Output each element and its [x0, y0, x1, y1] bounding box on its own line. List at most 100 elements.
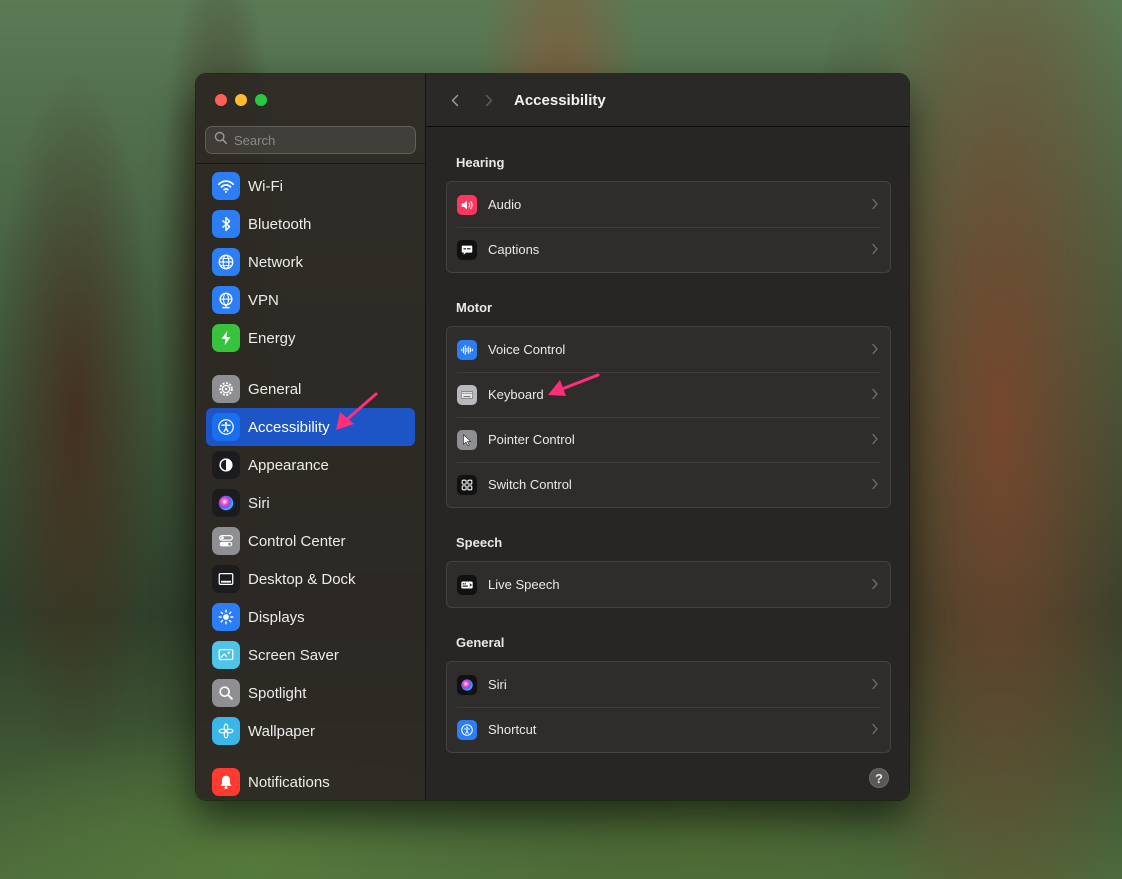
sidebar-item-label: Siri — [248, 494, 270, 512]
sidebar-item-siri[interactable]: Siri — [206, 484, 415, 522]
group-hearing: Audio Captions — [446, 181, 891, 273]
sidebar-item-label: Spotlight — [248, 684, 307, 702]
row-keyboard[interactable]: Keyboard — [447, 372, 890, 417]
row-audio[interactable]: Audio — [447, 182, 890, 227]
chevron-right-icon — [872, 243, 878, 255]
keyboard-icon — [457, 384, 477, 405]
row-pointer-control[interactable]: Pointer Control — [447, 417, 890, 462]
group-general: Siri Shortcut — [446, 661, 891, 753]
settings-window: Wi-Fi Bluetooth Network VPN Energy — [195, 73, 910, 801]
sidebar-item-notifications[interactable]: Notifications — [206, 763, 415, 800]
sidebar-item-spotlight[interactable]: Spotlight — [206, 674, 415, 712]
sidebar-item-label: Wi-Fi — [248, 177, 283, 195]
chevron-right-icon — [485, 94, 493, 106]
magnifier-icon — [212, 679, 240, 707]
chevron-right-icon — [872, 478, 878, 490]
sidebar-item-accessibility[interactable]: Accessibility — [206, 408, 415, 446]
row-label: Keyboard — [488, 387, 544, 402]
sidebar-item-label: VPN — [248, 291, 279, 309]
chevron-left-icon — [451, 94, 459, 106]
section-title-general: General — [456, 635, 505, 650]
dock-icon — [212, 565, 240, 593]
row-siri[interactable]: Siri — [447, 662, 890, 707]
row-label: Pointer Control — [488, 432, 575, 447]
globe-icon — [212, 248, 240, 276]
search-field[interactable] — [205, 126, 416, 154]
siri-icon — [212, 489, 240, 517]
section-title-motor: Motor — [456, 300, 493, 315]
wifi-icon — [212, 172, 240, 200]
sidebar-item-label: Network — [248, 253, 304, 271]
section-title-hearing: Hearing — [456, 155, 505, 170]
forward-button[interactable] — [478, 89, 500, 111]
row-switch-control[interactable]: Switch Control — [447, 462, 890, 507]
sidebar-item-label: Displays — [248, 608, 305, 626]
appearance-icon — [212, 451, 240, 479]
row-label: Shortcut — [488, 722, 537, 737]
sidebar-item-label: Desktop & Dock — [248, 570, 356, 588]
sidebar-item-label: Screen Saver — [248, 646, 339, 664]
close-button[interactable] — [215, 94, 227, 106]
bluetooth-icon — [212, 210, 240, 238]
row-label: Siri — [488, 677, 507, 692]
sidebar-item-label: Energy — [248, 329, 296, 347]
sidebar-item-desktop-dock[interactable]: Desktop & Dock — [206, 560, 415, 598]
vpn-globe-icon — [212, 286, 240, 314]
sidebar-item-network[interactable]: Network — [206, 243, 415, 281]
siri-icon — [457, 674, 477, 695]
live-speech-icon — [457, 574, 477, 595]
accessibility-icon — [212, 413, 240, 441]
section-title-speech: Speech — [456, 535, 503, 550]
speaker-icon — [457, 194, 477, 215]
bolt-icon — [212, 324, 240, 352]
screen-saver-icon — [212, 641, 240, 669]
sidebar-item-control-center[interactable]: Control Center — [206, 522, 415, 560]
sidebar: Wi-Fi Bluetooth Network VPN Energy — [196, 74, 426, 800]
sidebar-item-vpn[interactable]: VPN — [206, 281, 415, 319]
sidebar-item-bluetooth[interactable]: Bluetooth — [206, 205, 415, 243]
help-button[interactable]: ? — [869, 768, 889, 788]
row-shortcut[interactable]: Shortcut — [447, 707, 890, 752]
sidebar-divider — [196, 163, 425, 164]
row-captions[interactable]: Captions — [447, 227, 890, 272]
pointer-icon — [457, 429, 477, 450]
chevron-right-icon — [872, 198, 878, 210]
control-center-icon — [212, 527, 240, 555]
gear-icon — [212, 375, 240, 403]
flower-icon — [212, 717, 240, 745]
chevron-right-icon — [872, 678, 878, 690]
content-pane: Accessibility Hearing Audio Captions Mot… — [426, 74, 909, 800]
chevron-right-icon — [872, 723, 878, 735]
caption-bubble-icon — [457, 239, 477, 260]
sidebar-item-label: Bluetooth — [248, 215, 312, 233]
row-label: Live Speech — [488, 577, 560, 592]
row-label: Captions — [488, 242, 540, 257]
sidebar-item-general[interactable]: General — [206, 370, 415, 408]
group-motor: Voice Control Keyboard Pointer Control S… — [446, 326, 891, 508]
row-label: Audio — [488, 197, 522, 212]
sidebar-item-label: Wallpaper — [248, 722, 315, 740]
page-title: Accessibility — [514, 91, 606, 109]
zoom-button[interactable] — [255, 94, 267, 106]
toolbar: Accessibility — [426, 74, 909, 127]
sidebar-item-energy[interactable]: Energy — [206, 319, 415, 357]
sidebar-item-screen-saver[interactable]: Screen Saver — [206, 636, 415, 674]
sun-icon — [212, 603, 240, 631]
bell-icon — [212, 768, 240, 796]
row-live-speech[interactable]: Live Speech — [447, 562, 890, 607]
sidebar-item-label: Appearance — [248, 456, 329, 474]
sidebar-item-wifi[interactable]: Wi-Fi — [206, 167, 415, 205]
row-voice-control[interactable]: Voice Control — [447, 327, 890, 372]
switch-grid-icon — [457, 474, 477, 495]
row-label: Switch Control — [488, 477, 572, 492]
chevron-right-icon — [872, 578, 878, 590]
sidebar-item-displays[interactable]: Displays — [206, 598, 415, 636]
search-icon — [214, 131, 228, 150]
search-input[interactable] — [234, 132, 404, 148]
sidebar-item-appearance[interactable]: Appearance — [206, 446, 415, 484]
minimize-button[interactable] — [235, 94, 247, 106]
sidebar-item-wallpaper[interactable]: Wallpaper — [206, 712, 415, 750]
window-controls — [215, 94, 267, 106]
back-button[interactable] — [444, 89, 466, 111]
chevron-right-icon — [872, 388, 878, 400]
